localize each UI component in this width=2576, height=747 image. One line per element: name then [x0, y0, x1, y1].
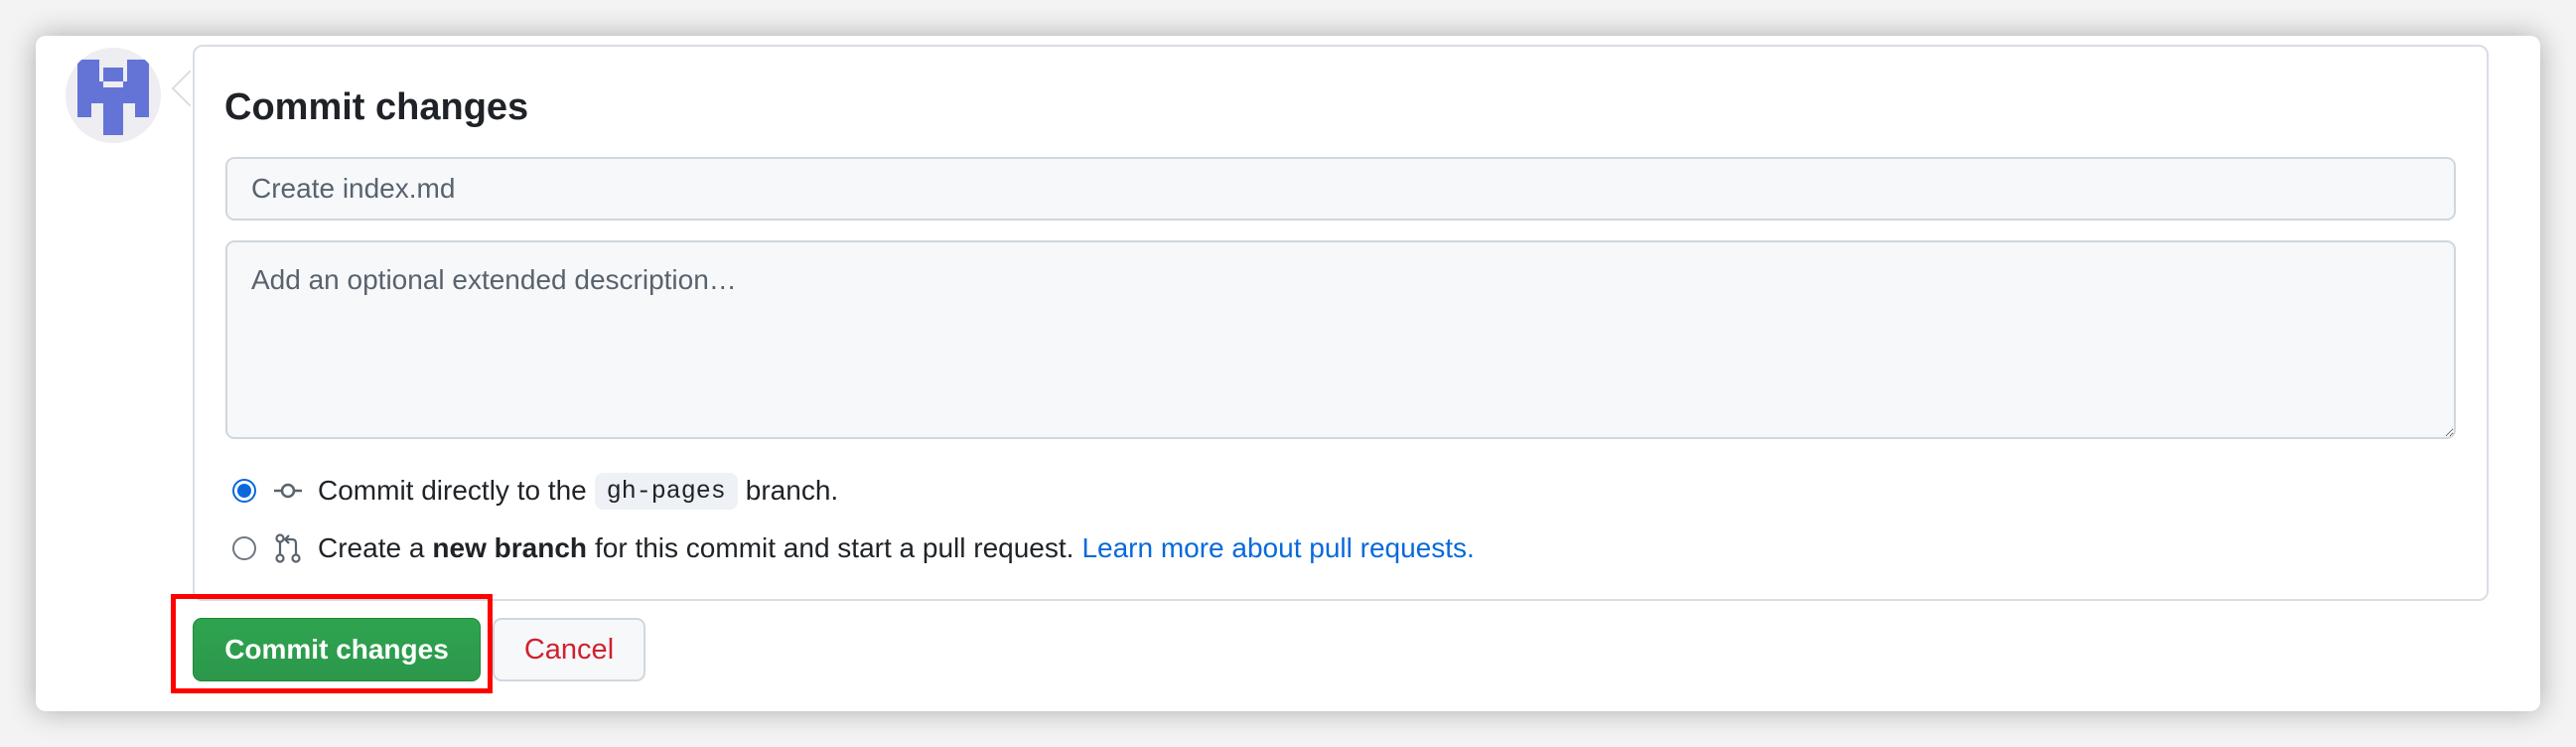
commit-direct-radio[interactable]: [232, 479, 256, 503]
form-title: Commit changes: [224, 86, 529, 128]
new-branch-label-suffix: for this commit and start a pull request…: [595, 532, 1074, 563]
commit-summary-input[interactable]: [225, 157, 2456, 221]
commit-changes-button[interactable]: Commit changes: [193, 618, 481, 681]
git-pull-request-icon: [272, 532, 304, 564]
cancel-button[interactable]: Cancel: [493, 618, 645, 681]
new-branch-emphasis: new branch: [432, 532, 587, 563]
learn-more-pull-requests-link[interactable]: Learn more about pull requests.: [1081, 532, 1474, 564]
branch-name: gh-pages: [594, 472, 738, 510]
commit-direct-label-suffix: branch.: [745, 475, 839, 506]
new-branch-radio[interactable]: [232, 536, 256, 560]
commit-direct-label-prefix: Commit directly to the: [318, 475, 587, 506]
user-avatar[interactable]: [66, 48, 161, 143]
identicon-avatar-icon: [77, 60, 149, 135]
commit-description-textarea[interactable]: [225, 240, 2456, 439]
new-branch-option[interactable]: Create a new branch for this commit and …: [232, 526, 1475, 570]
new-branch-label-prefix: Create a: [318, 532, 425, 563]
commit-direct-option[interactable]: Commit directly to the gh-pages branch.: [232, 469, 838, 513]
git-commit-icon: [272, 475, 304, 507]
